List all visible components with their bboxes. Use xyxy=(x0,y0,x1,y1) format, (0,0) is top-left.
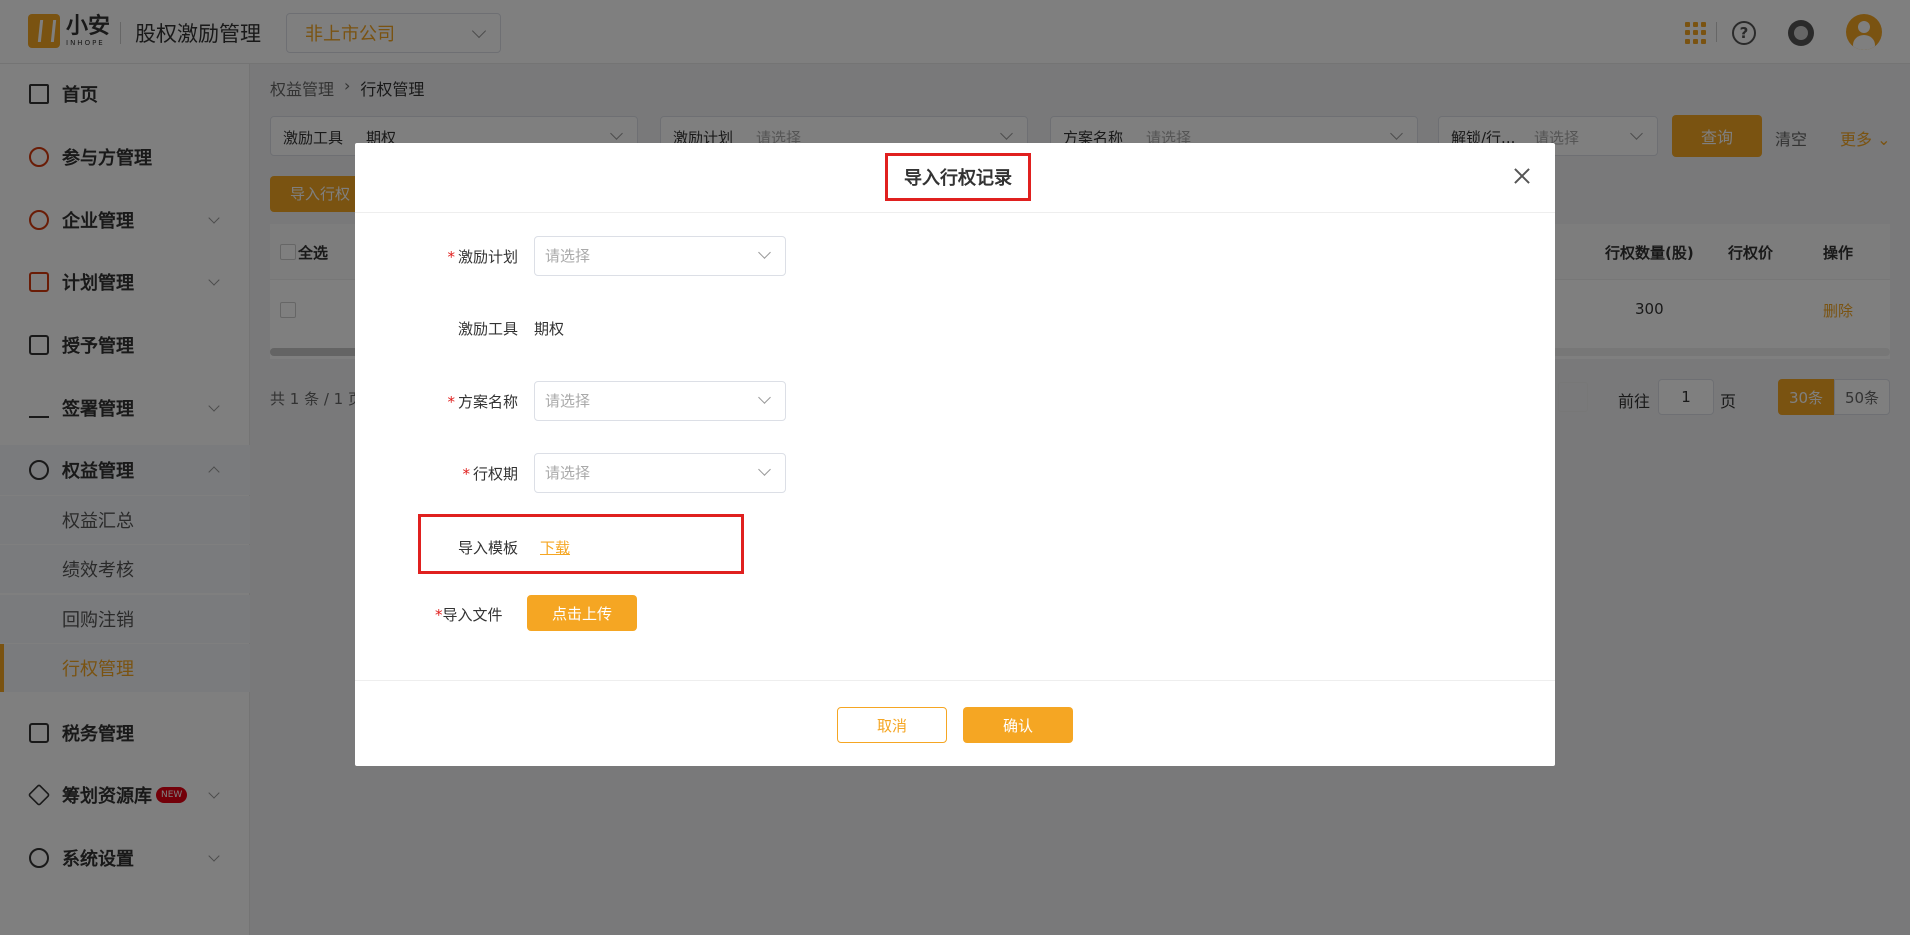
dialog-title: 导入行权记录 xyxy=(885,153,1031,201)
dialog-header: 导入行权记录 xyxy=(355,143,1555,213)
period-select[interactable]: 请选择 xyxy=(534,453,786,493)
scheme-select[interactable]: 请选择 xyxy=(534,381,786,421)
cancel-button[interactable]: 取消 xyxy=(837,707,947,743)
tool-value: 期权 xyxy=(534,320,565,338)
chevron-down-icon xyxy=(758,246,771,259)
plan-label: * 激励计划 xyxy=(447,248,518,266)
period-label: * 行权期 xyxy=(462,465,518,483)
chevron-down-icon xyxy=(758,463,771,476)
upload-button[interactable]: 点击上传 xyxy=(527,595,637,631)
template-label: 导入模板 xyxy=(457,539,518,557)
plan-select[interactable]: 请选择 xyxy=(534,236,786,276)
download-template-link[interactable]: 下载 xyxy=(540,537,570,558)
scheme-label: * 方案名称 xyxy=(447,393,518,411)
tool-label: 激励工具 xyxy=(457,320,518,338)
confirm-button[interactable]: 确认 xyxy=(963,707,1073,743)
chevron-down-icon xyxy=(758,391,771,404)
import-exercise-dialog: 导入行权记录 * 激励计划 请选择 激励工具 期权 * 方案名称 请选择 * 行权期 … xyxy=(355,143,1555,766)
file-label: *导入文件 xyxy=(435,606,503,624)
dialog-footer: 取消 确认 xyxy=(355,680,1555,766)
close-icon[interactable] xyxy=(1512,166,1532,186)
